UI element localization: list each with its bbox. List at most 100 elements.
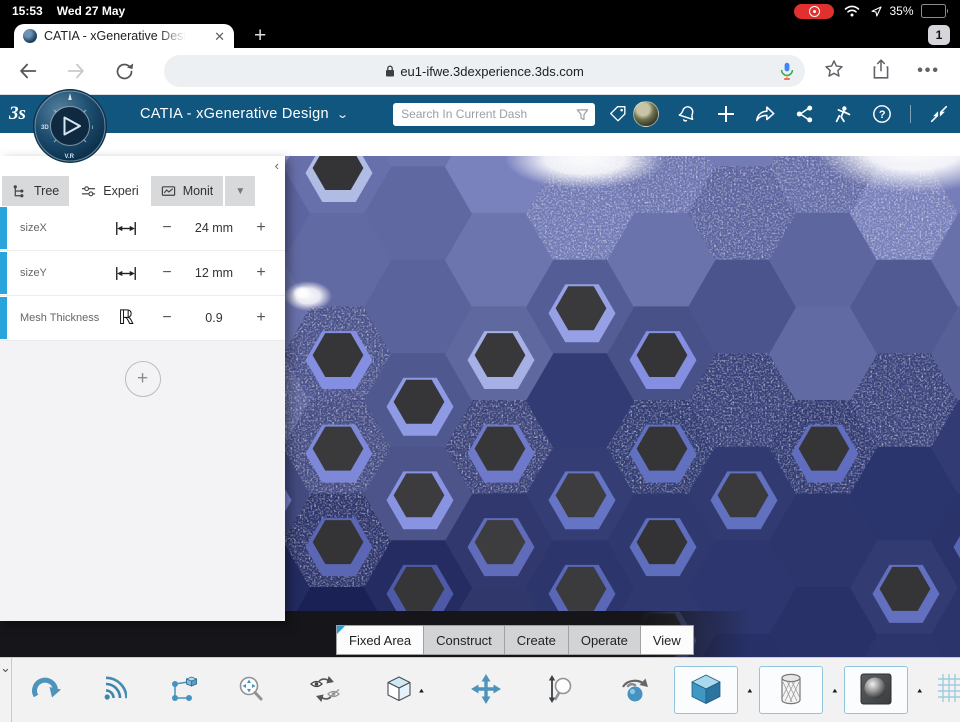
filter-funnel-icon[interactable] bbox=[576, 108, 589, 121]
bookmark-star-icon[interactable] bbox=[823, 58, 845, 85]
stream-button[interactable] bbox=[80, 676, 148, 705]
search-input[interactable] bbox=[399, 106, 576, 122]
rotate-object-icon bbox=[618, 674, 650, 707]
dropdown-caret-icon[interactable]: ▲ bbox=[831, 686, 839, 693]
help-icon[interactable]: ? bbox=[871, 103, 893, 125]
swap-visibility-button[interactable] bbox=[286, 675, 364, 706]
increment-button[interactable]: + bbox=[240, 309, 282, 327]
ipad-screen: { "status_bar": { "time": "15:53", "date… bbox=[0, 0, 960, 720]
screen-recording-indicator[interactable] bbox=[794, 4, 834, 19]
param-accent-bar bbox=[0, 207, 7, 249]
decrement-button[interactable]: − bbox=[146, 264, 188, 282]
param-row-sizey: sizeY − 12 mm + bbox=[0, 251, 285, 296]
collapse-icon[interactable] bbox=[928, 103, 950, 125]
mesh-cylinder-icon bbox=[777, 672, 805, 709]
tag-icon[interactable] bbox=[608, 104, 628, 124]
iso-cube-button[interactable]: ▲ bbox=[364, 675, 446, 706]
tab-experiment[interactable]: Experi bbox=[71, 176, 148, 206]
forward-button[interactable] bbox=[64, 59, 88, 83]
increment-button[interactable]: + bbox=[240, 264, 282, 282]
mode-tab-label: View bbox=[653, 633, 681, 648]
shaded-cube-button[interactable] bbox=[674, 666, 738, 714]
mode-tab-create[interactable]: Create bbox=[504, 625, 569, 655]
mesh-cylinder-button[interactable] bbox=[759, 666, 823, 714]
svg-text:3D: 3D bbox=[41, 125, 49, 131]
zoom-fit-button[interactable] bbox=[216, 674, 286, 707]
decrement-button[interactable]: − bbox=[146, 219, 188, 237]
tab-close-icon[interactable]: ✕ bbox=[214, 30, 225, 43]
material-sphere-icon bbox=[860, 673, 892, 708]
toolbar-collapse-icon[interactable]: ⌄ bbox=[0, 658, 12, 722]
mode-tab-construct[interactable]: Construct bbox=[423, 625, 505, 655]
mode-tab-label: Create bbox=[517, 633, 556, 648]
toolbar-view-modes: ▲ ▲ ▲ bbox=[674, 666, 960, 714]
zoom-direction-icon bbox=[545, 674, 575, 707]
parameters-panel: ‹ Tree Experi Monit ▼ sizeX − 24 bbox=[0, 156, 285, 621]
tab-monitor-label: Monit bbox=[183, 184, 214, 198]
tab-count-button[interactable]: 1 bbox=[928, 25, 950, 45]
toolbar-group-1 bbox=[12, 675, 216, 706]
mode-tab-label: Fixed Area bbox=[349, 633, 411, 648]
mode-tab-fixed-area[interactable]: Fixed Area bbox=[336, 625, 424, 655]
param-value[interactable]: 0.9 bbox=[188, 311, 240, 325]
back-button[interactable] bbox=[16, 59, 40, 83]
url-text: eu1-ifwe.3dexperience.3ds.com bbox=[400, 64, 584, 79]
mode-tab-operate[interactable]: Operate bbox=[568, 625, 641, 655]
material-sphere-button[interactable] bbox=[844, 666, 908, 714]
param-row-sizex: sizeX − 24 mm + bbox=[0, 206, 285, 251]
rotate-object-button[interactable] bbox=[594, 674, 674, 707]
share-arrow-icon[interactable] bbox=[754, 103, 776, 125]
status-date: Wed 27 May bbox=[57, 4, 125, 18]
app-title[interactable]: CATIA - xGenerative Design bbox=[140, 106, 329, 122]
iso-cube-icon bbox=[384, 675, 414, 706]
panel-tabs-dropdown[interactable]: ▼ bbox=[225, 176, 255, 206]
url-bar[interactable]: eu1-ifwe.3dexperience.3ds.com bbox=[164, 55, 805, 87]
bell-icon[interactable] bbox=[676, 103, 698, 125]
global-search[interactable] bbox=[393, 103, 595, 126]
zoom-direction-button[interactable] bbox=[526, 674, 594, 707]
dropdown-caret-icon[interactable]: ▲ bbox=[746, 686, 754, 693]
svg-text:V.R: V.R bbox=[65, 154, 75, 160]
grid-icon[interactable] bbox=[937, 673, 960, 708]
browser-nav-bar: eu1-ifwe.3dexperience.3ds.com ••• bbox=[0, 48, 960, 95]
graph-cube-button[interactable] bbox=[148, 675, 216, 706]
favicon bbox=[23, 29, 37, 43]
tab-monitor[interactable]: Monit bbox=[151, 176, 224, 206]
dropdown-caret-icon[interactable]: ▲ bbox=[916, 686, 924, 693]
dropdown-caret-icon[interactable]: ▲ bbox=[417, 686, 425, 693]
browser-tab[interactable]: CATIA - xGenerative Desi ✕ bbox=[14, 24, 234, 48]
toolbar-group-2: ▲ bbox=[216, 673, 674, 708]
swym-icon[interactable] bbox=[832, 103, 854, 125]
length-icon bbox=[106, 265, 146, 282]
share-icon[interactable] bbox=[871, 58, 891, 85]
new-tab-button[interactable]: + bbox=[254, 25, 266, 47]
param-value[interactable]: 24 mm bbox=[188, 221, 240, 235]
user-avatar[interactable] bbox=[633, 101, 659, 127]
update-button[interactable] bbox=[12, 675, 80, 706]
voice-search-icon[interactable] bbox=[780, 62, 794, 85]
decrement-button[interactable]: − bbox=[146, 309, 188, 327]
svg-text:?: ? bbox=[879, 109, 886, 121]
add-parameter-button[interactable]: + bbox=[125, 361, 161, 397]
param-value[interactable]: 12 mm bbox=[188, 266, 240, 280]
sliders-icon bbox=[81, 184, 96, 199]
battery-percent: 35% bbox=[889, 4, 913, 18]
compass-menu[interactable]: 3D ι V.R bbox=[32, 88, 108, 169]
length-icon bbox=[106, 220, 146, 237]
lock-icon bbox=[385, 65, 395, 77]
action-toolbar: ⌄ ▲ ▲ ▲ ▲ bbox=[0, 657, 960, 722]
browser-menu-icon[interactable]: ••• bbox=[917, 62, 940, 80]
tab-tree[interactable]: Tree bbox=[2, 176, 69, 206]
param-accent-bar bbox=[0, 297, 7, 339]
share-network-icon[interactable] bbox=[793, 103, 815, 125]
app-title-chevron-icon[interactable]: ⌄ bbox=[336, 108, 349, 121]
add-icon[interactable] bbox=[715, 103, 737, 125]
mode-tab-view[interactable]: View bbox=[640, 625, 694, 655]
panel-collapse-icon[interactable]: ‹ bbox=[275, 159, 279, 172]
reload-button[interactable] bbox=[112, 59, 136, 83]
pan-button[interactable] bbox=[446, 673, 526, 708]
panel-tabs: Tree Experi Monit ▼ bbox=[0, 176, 285, 206]
panel-body: + bbox=[0, 341, 285, 621]
param-accent-bar bbox=[0, 252, 7, 294]
increment-button[interactable]: + bbox=[240, 219, 282, 237]
